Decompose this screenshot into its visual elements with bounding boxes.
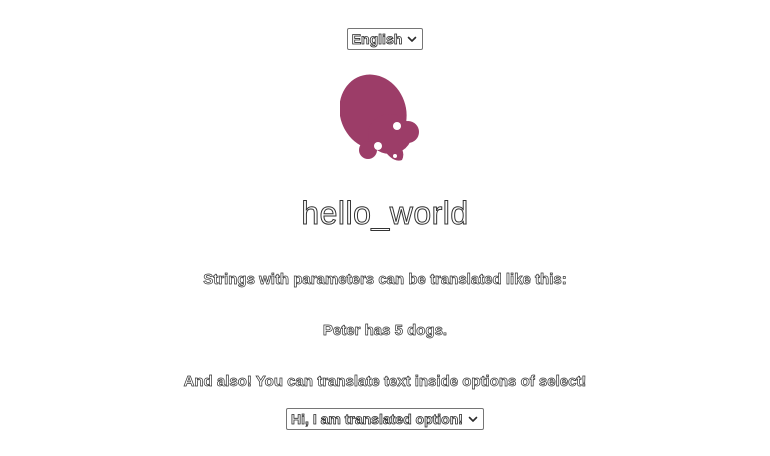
translated-option-select[interactable]: Hi, I am translated option! bbox=[286, 408, 484, 430]
logo-container bbox=[0, 72, 770, 172]
option-select-container: Hi, I am translated option! bbox=[0, 408, 770, 430]
page: English hello_world Strings with paramet… bbox=[0, 0, 770, 456]
params-example-text: Peter has 5 dogs. bbox=[322, 322, 448, 340]
params-intro-text: Strings with parameters can be translate… bbox=[203, 271, 567, 289]
chevron-down-icon bbox=[407, 36, 417, 42]
mouse-logo-icon bbox=[339, 74, 419, 161]
chevron-down-icon bbox=[468, 416, 478, 422]
language-select-value: English bbox=[351, 31, 403, 48]
option-select-value: Hi, I am translated option! bbox=[291, 411, 464, 428]
options-intro-text: And also! You can translate text inside … bbox=[183, 373, 587, 391]
language-select[interactable]: English bbox=[346, 28, 424, 50]
language-select-container: English bbox=[0, 28, 770, 50]
page-title: hello_world bbox=[301, 195, 469, 232]
